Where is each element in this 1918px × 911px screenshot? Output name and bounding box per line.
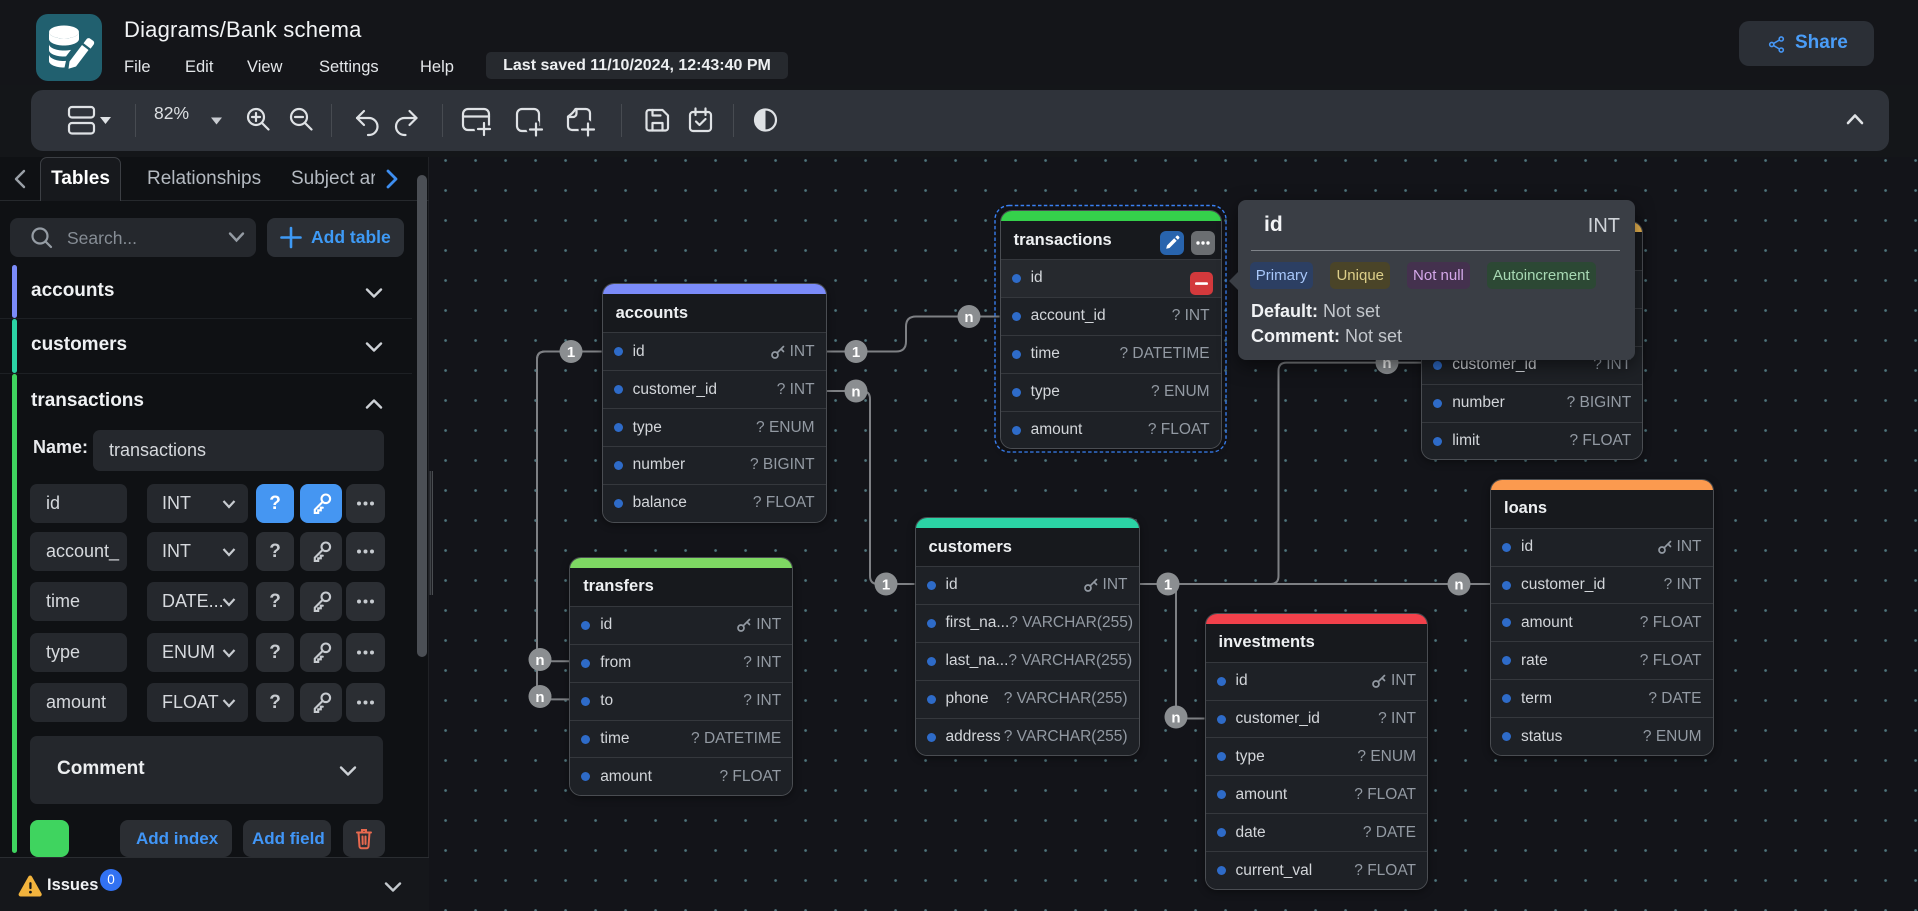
svg-text:n: n bbox=[851, 384, 860, 401]
svg-text:n: n bbox=[964, 309, 973, 326]
svg-text:n: n bbox=[535, 689, 544, 706]
svg-text:1: 1 bbox=[852, 344, 860, 361]
svg-text:n: n bbox=[535, 652, 544, 669]
svg-text:n: n bbox=[1454, 577, 1463, 594]
svg-text:1: 1 bbox=[882, 577, 890, 594]
svg-text:n: n bbox=[1171, 710, 1180, 727]
svg-text:1: 1 bbox=[1164, 577, 1172, 594]
svg-text:1: 1 bbox=[567, 344, 575, 361]
